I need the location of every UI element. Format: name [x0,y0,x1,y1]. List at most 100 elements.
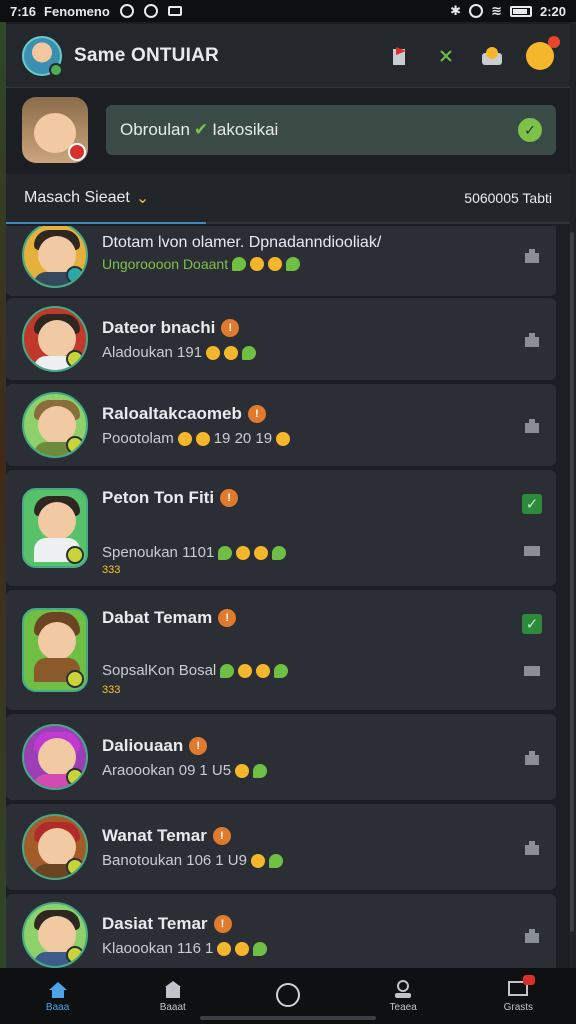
app-title: Same ONTUIAR [74,44,219,66]
wifi-icon: ≋ [491,3,502,18]
archive-icon[interactable] [522,660,542,680]
person-icon [395,979,412,998]
avatar-badge-icon [66,946,84,964]
contact-extra: 333 [102,564,121,576]
sparkle-icon[interactable] [434,44,458,68]
avatar-badge-icon [66,858,84,876]
contact-avatar [22,488,88,568]
section-header: Masach Sieaet ⌄ 5060005 Tabti [6,174,570,224]
contact-status: Spenoukan 1101 [102,544,287,561]
contact-avatar [22,306,88,372]
pin-icon: ! [220,489,239,507]
avatar-badge-icon [66,546,84,564]
avatar-badge-icon [66,350,84,368]
contact-item[interactable]: Peton Ton Fiti! Spenoukan 1101 333 ✓ [6,470,556,586]
contact-name: Dabat Temam! [102,608,237,628]
mail-icon [507,975,536,1000]
contact-item[interactable]: Dasiat Temar! Klaoookan 116 1 [6,894,556,970]
archive-icon[interactable] [522,748,542,768]
section-tab-left[interactable]: Masach Sieaet [24,189,130,207]
online-badge [49,62,63,77]
nav-mail-label: Grasts [503,1002,534,1013]
nav-person[interactable]: Teaea [363,979,443,1013]
emoji-icon[interactable] [526,35,560,70]
contact-status: SopsalKon Bosal [102,662,289,679]
notification-icon [119,4,134,18]
pin-icon: ! [189,737,208,755]
store-icon [164,980,181,998]
chat-avatar-badge [68,143,86,161]
contact-list: Dtotam lvon olamer. Dpnadanndiooliak/ Un… [6,226,570,970]
archive-icon[interactable] [522,330,542,350]
contact-status: Banotoukan 106 1 U9 [102,852,283,869]
archive-icon[interactable] [522,838,542,858]
check-icon[interactable]: ✓ [522,614,542,634]
nav-mail[interactable]: Grasts [478,975,558,1013]
contact-status: Araoookan 09 1 U5 [102,762,268,779]
status-time-right: 2:20 [539,3,566,19]
status-carrier: Fenomeno [44,3,110,19]
pin-icon: ! [212,827,231,845]
contact-extra: 333 [102,684,121,696]
chevron-down-icon[interactable]: ⌄ [136,188,149,208]
nav-store-label: Baaat [159,1001,186,1013]
contact-status: Klaoookan 116 1 [102,940,268,957]
contact-avatar [22,608,88,692]
leaf-icon[interactable]: ✓ [518,118,542,142]
contact-status: Poootolam 19 20 19 [102,430,291,447]
nav-store[interactable]: Baaat [133,980,213,1013]
clock-icon [143,4,158,18]
profile-avatar[interactable] [22,35,63,77]
chat-preview-bubble[interactable]: Obroulan ✔ Iakosikai ✓ [106,105,556,155]
contact-name: Dtotam lvon olamer. Dpnadanndiooliak/ [102,234,382,251]
pin-icon: ! [221,319,240,337]
nav-home[interactable]: Baaa [18,980,98,1013]
contact-name: Dasiat Temar! [102,914,232,934]
contact-item[interactable]: Wanat Temar! Banotoukan 106 1 U9 [6,804,556,890]
check-icon[interactable]: ✓ [522,494,542,514]
contact-avatar [22,902,88,968]
contact-item[interactable]: Dabat Temam! SopsalKon Bosal 333 ✓ [6,590,556,710]
contact-name: Peton Ton Fiti! [102,488,239,508]
nav-center[interactable] [248,983,328,1009]
message-icon [167,6,182,16]
contact-avatar [22,724,88,790]
home-indicator[interactable] [200,1016,376,1020]
avatar-badge-icon [66,436,84,454]
contact-name: Raloaltakcaomeb! [102,404,266,424]
home-icon [48,981,67,998]
profile-icon[interactable] [480,44,504,68]
archive-icon[interactable] [522,246,542,266]
status-time-left: 7:16 [10,3,37,19]
section-tab-right[interactable]: 5060005 Tabti [464,190,552,206]
chat-preview-row[interactable]: Obroulan ✔ Iakosikai ✓ [6,88,570,172]
nav-home-label: Baaa [45,1001,70,1013]
pin-icon: ! [218,609,237,627]
pin-icon: ! [213,915,232,933]
scrollbar[interactable] [570,232,574,932]
contact-item[interactable]: Daliouaan! Araoookan 09 1 U5 [6,714,556,800]
archive-icon[interactable] [522,416,542,436]
bluetooth-icon: ✱ [450,3,462,18]
chat-avatar [22,97,88,163]
contact-item[interactable]: Raloaltakcaomeb! Poootolam 19 20 19 [6,384,556,466]
archive-icon[interactable] [522,540,542,560]
flag-icon[interactable] [388,44,412,68]
app-screen: 7:16 Fenomeno ✱ ≋ 2:20 Same ONTUIAR Obro… [0,0,576,1024]
alarm-icon [469,4,484,18]
circle-icon [275,983,300,1007]
contact-avatar [22,392,88,458]
contact-name: Dateor bnachi! [102,318,240,338]
contact-name: Wanat Temar! [102,826,231,846]
chat-preview-suffix: Iakosikai [212,120,279,139]
contact-avatar [22,814,88,880]
pin-icon: ! [247,405,266,423]
battery-icon [509,5,532,17]
archive-icon[interactable] [522,926,542,946]
contact-item[interactable]: Dateor bnachi! Aladoukan 191 [6,298,556,380]
chat-preview-prefix: Obroulan [120,120,190,139]
contact-status: Ungoroooon Doaant [102,256,301,272]
contact-item[interactable]: Dtotam lvon olamer. Dpnadanndiooliak/ Un… [6,226,556,296]
contact-status: Aladoukan 191 [102,344,257,361]
avatar-badge-icon [66,768,84,786]
